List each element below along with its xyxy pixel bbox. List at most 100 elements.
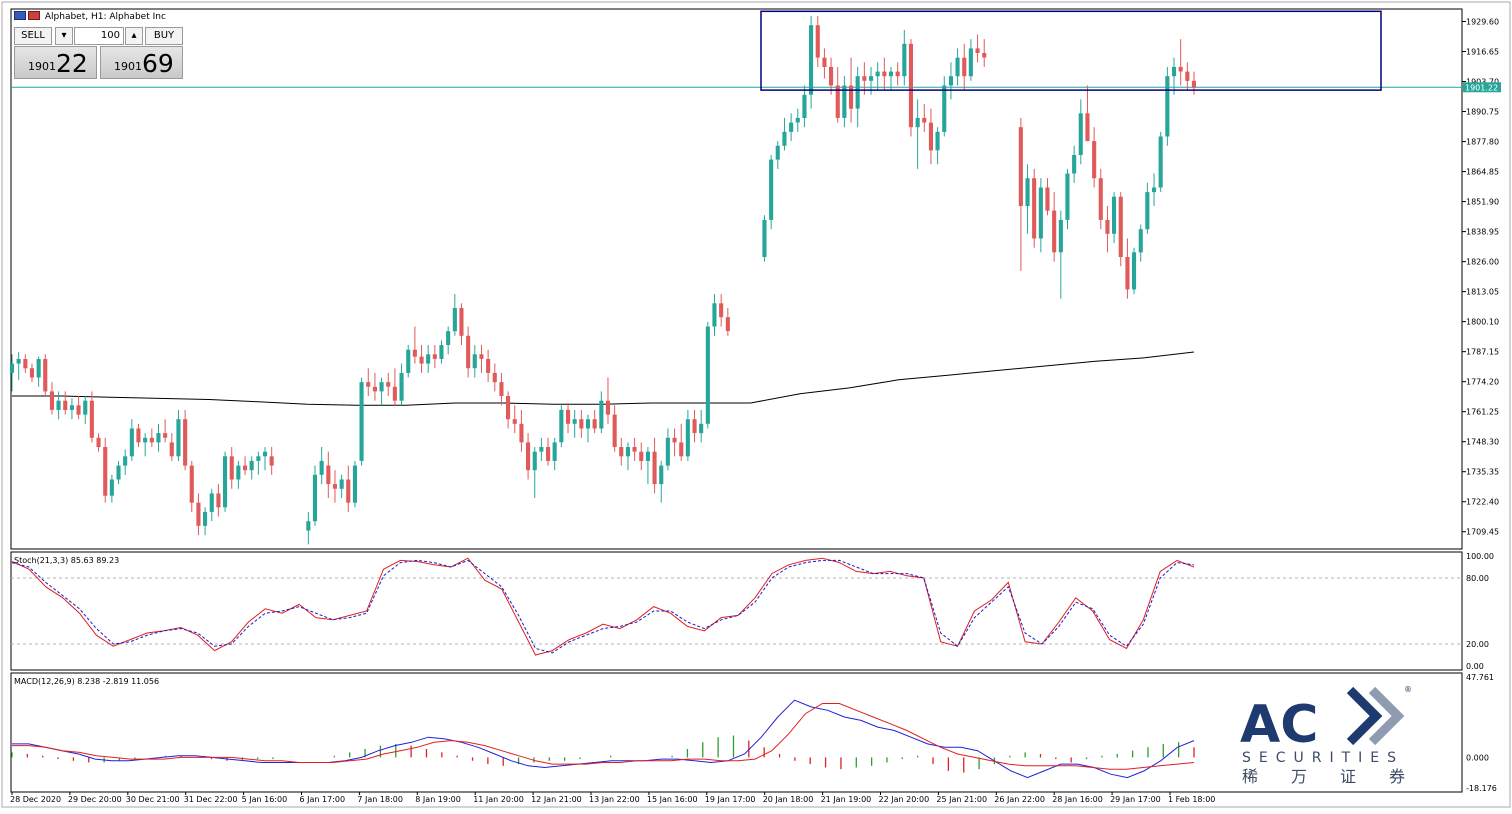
y-tick-label: 1787.15 — [1466, 348, 1499, 357]
candle-body — [63, 400, 68, 410]
candle-body — [359, 382, 364, 461]
candle-body — [1191, 80, 1196, 88]
candle-body — [902, 43, 907, 77]
chart-canvas[interactable]: Stoch(21,3,3) 85.63 89.23 MACD(12,26,9) … — [0, 0, 1512, 814]
candle-body — [935, 131, 940, 151]
candle-body — [216, 493, 221, 508]
candle-body — [632, 447, 637, 452]
candle-body — [962, 57, 967, 77]
candle-body — [605, 400, 610, 415]
candle-body — [685, 419, 690, 457]
candle-body — [439, 345, 444, 359]
candle-body — [406, 349, 411, 373]
candle-body — [1065, 173, 1070, 220]
candle-body — [922, 117, 927, 123]
logo-registered: ® — [1404, 685, 1412, 694]
candle-body — [599, 400, 604, 429]
candle-body — [539, 447, 544, 452]
candle-body — [948, 76, 953, 86]
logo-mark: AC — [1240, 695, 1318, 755]
candle-body — [366, 382, 371, 387]
candle-body — [1072, 155, 1077, 174]
macd-title: MACD(12,26,9) 8.238 -2.819 11.056 — [14, 677, 159, 686]
candle-body — [459, 308, 464, 336]
candle-body — [712, 303, 717, 327]
moving-average-line — [12, 351, 1195, 406]
candle-body — [89, 400, 94, 438]
x-tick-label: 13 Jan 22:00 — [589, 795, 640, 804]
candle-body — [83, 400, 88, 415]
x-tick-label: 30 Dec 21:00 — [126, 795, 180, 804]
candle-body — [762, 219, 767, 257]
candle-body — [612, 414, 617, 447]
candle-body — [1112, 196, 1117, 234]
candle-body — [306, 521, 311, 531]
candle-body — [506, 396, 511, 420]
candle-body — [426, 354, 431, 364]
candle-body — [829, 66, 834, 86]
candle-body — [532, 451, 537, 471]
y-tick-label: 1774.20 — [1466, 378, 1499, 387]
x-tick-label: 8 Jan 19:00 — [415, 795, 461, 804]
stoch-tick-label: 20.00 — [1466, 640, 1489, 649]
y-tick-label: 1826.00 — [1466, 258, 1499, 267]
macd-tick-label: 47.761 — [1466, 673, 1494, 682]
candle-body — [466, 335, 471, 369]
candle-body — [236, 465, 241, 480]
candle-body — [269, 456, 274, 466]
candle-body — [196, 502, 201, 526]
candle-body — [882, 71, 887, 77]
candle-body — [512, 419, 517, 424]
candle-body — [1185, 71, 1190, 81]
logo-chevron-1 — [1346, 686, 1383, 746]
candle-body — [546, 447, 551, 461]
candle-body — [1152, 187, 1157, 193]
x-tick-label: 7 Jan 18:00 — [357, 795, 403, 804]
candle-body — [412, 349, 417, 357]
price-tag-label: 1901.22 — [1465, 83, 1498, 92]
stoch-title: Stoch(21,3,3) 85.63 89.23 — [14, 556, 119, 565]
candle-body — [446, 331, 451, 345]
candle-body — [559, 409, 564, 443]
candle-body — [203, 511, 208, 526]
candle-body — [249, 460, 254, 471]
x-tick-label: 6 Jan 17:00 — [300, 795, 346, 804]
macd-tick-label: -18.176 — [1466, 784, 1497, 793]
candle-body — [955, 57, 960, 77]
candle-body — [1138, 229, 1143, 253]
candle-body — [579, 419, 584, 429]
y-tick-label: 1709.45 — [1466, 528, 1499, 537]
candle-body — [519, 423, 524, 443]
candle-body — [566, 409, 571, 424]
candle-body — [888, 71, 893, 77]
candle-body — [143, 437, 148, 443]
candle-body — [346, 479, 351, 503]
candle-body — [1085, 113, 1090, 142]
candle-body — [419, 356, 424, 364]
candle-body — [23, 359, 28, 369]
stoch-signal-line — [11, 559, 1195, 654]
x-tick-label: 11 Jan 20:00 — [473, 795, 524, 804]
candle-body — [69, 405, 74, 410]
candle-body — [176, 419, 181, 457]
candle-body — [1105, 219, 1110, 234]
candle-body — [36, 359, 41, 378]
candle-body — [725, 317, 730, 332]
candle-body — [862, 76, 867, 81]
x-tick-label: 21 Jan 19:00 — [821, 795, 872, 804]
candle-body — [875, 71, 880, 77]
candle-body — [479, 354, 484, 359]
candle-body — [492, 372, 497, 383]
candle-body — [109, 479, 114, 496]
candle-body — [869, 76, 874, 81]
candle-body — [326, 465, 331, 485]
candle-body — [809, 25, 814, 95]
x-tick-label: 1 Feb 18:00 — [1168, 795, 1215, 804]
candle-body — [645, 451, 650, 461]
candle-body — [9, 363, 14, 373]
candle-body — [263, 451, 268, 457]
y-tick-label: 1890.75 — [1466, 108, 1499, 117]
x-tick-label: 29 Jan 17:00 — [1110, 795, 1161, 804]
pane-border-2 — [10, 551, 1463, 671]
candle-body — [769, 159, 774, 220]
